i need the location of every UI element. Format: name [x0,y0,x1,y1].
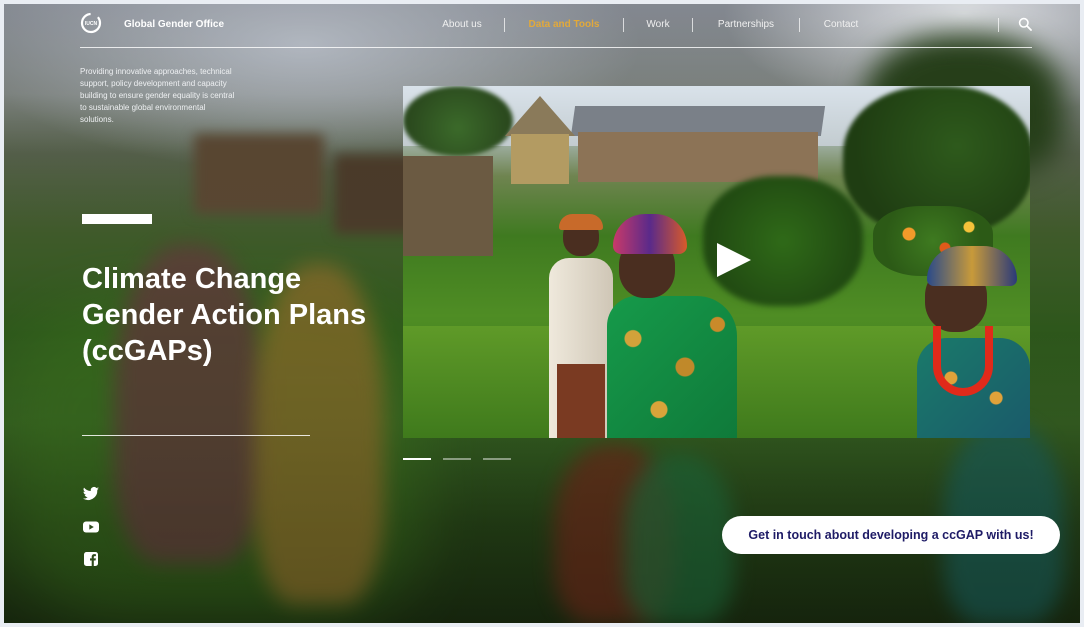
play-icon[interactable] [717,243,751,277]
contact-cta-button[interactable]: Get in touch about developing a ccGAP wi… [722,516,1060,554]
youtube-icon[interactable] [82,518,100,536]
iucn-logo-icon[interactable]: IUCN [80,12,102,34]
carousel-dot-1[interactable] [403,458,431,460]
nav-contact[interactable]: Contact [800,19,882,30]
title-divider [82,435,310,436]
search-icon[interactable] [1018,17,1032,31]
nav-separator [998,18,999,32]
photo-woman [549,214,613,438]
photo-woman [917,246,1030,438]
photo-wood-shed [403,156,493,256]
nav-work[interactable]: Work [624,19,692,30]
nav-about-us[interactable]: About us [420,19,504,30]
brand-name[interactable]: Global Gender Office [124,19,224,30]
title-line: (ccGAPs) [82,335,213,367]
photo-tree [403,86,513,156]
facebook-icon[interactable] [82,550,100,568]
woman-skirt [557,364,605,438]
tagline: Providing innovative approaches, technic… [80,67,235,124]
nav-partnerships[interactable]: Partnerships [693,19,799,30]
title-line: Climate Change [82,263,302,295]
title-accent-bar [82,214,152,224]
woman-headwrap [927,246,1017,286]
carousel-indicators [403,458,511,460]
header-divider [80,47,1032,48]
main-nav: About us Data and Tools Work Partnership… [420,18,999,39]
twitter-icon[interactable] [82,485,100,503]
title-line: Gender Action Plans [82,299,367,331]
woman-headwrap [613,214,687,254]
page-title: Climate Change Gender Action Plans (ccGA… [82,261,412,369]
woman-scarf [933,326,993,396]
woman-headwrap [559,214,603,230]
photo-hut [511,134,569,184]
nav-data-and-tools[interactable]: Data and Tools [505,19,623,30]
video-player[interactable] [403,86,1030,438]
photo-house [578,132,818,182]
carousel-dot-3[interactable] [483,458,511,460]
woman-dress [607,296,737,438]
carousel-dot-2[interactable] [443,458,471,460]
logo-text: IUCN [85,21,98,27]
